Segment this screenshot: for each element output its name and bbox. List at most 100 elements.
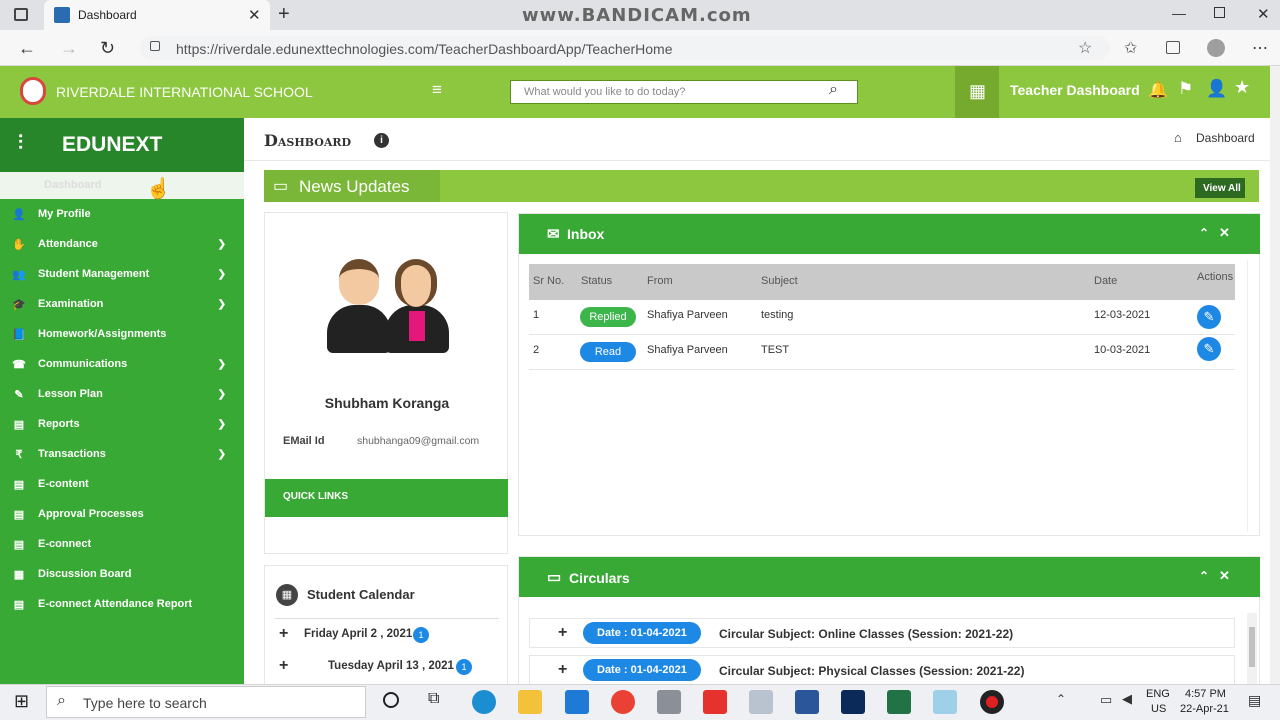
sidebar-item-label: Homework/Assignments	[38, 328, 167, 340]
quick-links-header[interactable]: QUICK LINKS	[265, 479, 508, 517]
new-tab-icon[interactable]: +	[278, 3, 290, 26]
calculator-icon[interactable]	[657, 690, 681, 714]
chrome-icon[interactable]	[611, 690, 635, 714]
pen-app-icon[interactable]	[749, 690, 773, 714]
clock-time[interactable]: 4:57 PM	[1185, 688, 1226, 700]
minimize-icon[interactable]: —	[1172, 5, 1186, 21]
mail-icon[interactable]	[565, 690, 589, 714]
sidebar-item-lesson-plan[interactable]: ✎ Lesson Plan ❯	[0, 379, 244, 409]
expand-icon[interactable]: +	[558, 624, 567, 642]
info-icon[interactable]: i	[374, 133, 389, 148]
tray-network-icon[interactable]: ▭	[1100, 692, 1112, 708]
region-label[interactable]: US	[1151, 703, 1166, 715]
forward-icon[interactable]: →	[60, 38, 78, 59]
sidebar-item-e-connect-attendance-report[interactable]: ▤ E-connect Attendance Report	[0, 589, 244, 619]
sidebar-item-e-content[interactable]: ▤ E-content	[0, 469, 244, 499]
sidebar-item-examination[interactable]: 🎓 Examination ❯	[0, 289, 244, 319]
notifications-icon[interactable]: ▤	[1248, 692, 1261, 709]
tray-volume-icon[interactable]: ◀	[1122, 691, 1132, 707]
search-input[interactable]: What would you like to do today?	[524, 86, 685, 98]
document-icon: ▤	[13, 478, 25, 491]
user-menu-icon[interactable]: 👤	[1206, 79, 1227, 99]
file-explorer-icon[interactable]	[518, 690, 542, 714]
calendar-title: Student Calendar	[307, 587, 415, 602]
more-icon[interactable]: ⋯	[1252, 38, 1268, 58]
tab-actions-icon[interactable]	[14, 8, 28, 21]
avatar-man-head	[339, 259, 379, 305]
sidebar-item-e-connect[interactable]: ▤ E-connect	[0, 529, 244, 559]
clock-date[interactable]: 22-Apr-21	[1180, 703, 1229, 715]
sidebar-item-dashboard[interactable]: Dashboard	[0, 172, 244, 199]
taskbar-search-input[interactable]: Type here to search	[83, 695, 207, 711]
edit-icon[interactable]: ✎	[1197, 305, 1221, 329]
expand-icon[interactable]: +	[558, 661, 567, 679]
collections-icon[interactable]	[1166, 41, 1180, 54]
expand-icon[interactable]: +	[279, 657, 288, 675]
circular-item[interactable]: + Date : 01-04-2021 Circular Subject: On…	[529, 618, 1235, 648]
search-icon[interactable]: ⌕	[829, 81, 838, 99]
favorites-icon[interactable]: ✩	[1124, 38, 1137, 58]
event-count-badge: 1	[413, 627, 429, 643]
home-icon[interactable]: ⌂	[1174, 130, 1182, 145]
sidebar-item-communications[interactable]: ☎ Communications ❯	[0, 349, 244, 379]
restore-icon[interactable]	[1214, 7, 1225, 18]
menu-toggle-icon[interactable]: ≡	[432, 80, 442, 100]
calendar-entry[interactable]: + Tuesday April 13 , 2021 1	[275, 656, 499, 680]
taskbar-search-box[interactable]: ⌕ Type here to search	[46, 686, 366, 718]
circular-item[interactable]: + Date : 01-04-2021 Circular Subject: Ph…	[529, 655, 1235, 685]
collapse-icon[interactable]: ⌃	[1199, 569, 1209, 583]
window-close-icon[interactable]: ✕	[1257, 5, 1270, 23]
sidebar-item-reports[interactable]: ▤ Reports ❯	[0, 409, 244, 439]
avatar-woman-head	[395, 259, 437, 307]
sidebar-item-homework-assignments[interactable]: 📘 Homework/Assignments	[0, 319, 244, 349]
teacher-dashboard-label[interactable]: Teacher Dashboard	[1010, 82, 1140, 98]
tray-chevron-icon[interactable]: ⌃	[1056, 692, 1066, 706]
col-sr-no: Sr No.	[533, 275, 565, 287]
collapse-icon[interactable]: ⌃	[1199, 226, 1209, 240]
inbox-scrollbar[interactable]	[1247, 260, 1255, 532]
circulars-scrollbar[interactable]	[1247, 613, 1257, 685]
windows-start-icon[interactable]: ⊞	[14, 691, 29, 712]
close-panel-icon[interactable]: ✕	[1219, 225, 1230, 241]
refresh-icon[interactable]: ↻	[100, 38, 115, 59]
sidebar-item-discussion-board[interactable]: ▦ Discussion Board	[0, 559, 244, 589]
apps-grid-button[interactable]: ▦	[955, 66, 999, 118]
notification-bell-icon[interactable]: 🔔	[1148, 80, 1168, 100]
language-label[interactable]: ENG	[1146, 688, 1170, 700]
browser-tab[interactable]: Dashboard ✕	[44, 0, 270, 30]
generic-app-icon[interactable]	[933, 690, 957, 714]
calendar-date: Friday April 2 , 2021	[304, 628, 413, 640]
edit-icon[interactable]: ✎	[1197, 337, 1221, 361]
sidebar-item-approval-processes[interactable]: ▤ Approval Processes	[0, 499, 244, 529]
star-icon[interactable]: ★	[1234, 77, 1250, 98]
sidebar-item-student-management[interactable]: 👥 Student Management ❯	[0, 259, 244, 289]
photoshop-icon[interactable]	[841, 690, 865, 714]
anydesk-icon[interactable]	[703, 690, 727, 714]
cortana-icon[interactable]	[383, 692, 399, 708]
task-view-icon[interactable]: ⧉	[428, 690, 439, 708]
school-name: RIVERDALE INTERNATIONAL SCHOOL	[56, 84, 313, 100]
breadcrumb[interactable]: Dashboard	[1196, 131, 1255, 145]
search-bar[interactable]: What would you like to do today? ⌕	[510, 80, 858, 104]
sidebar-item-transactions[interactable]: ₹ Transactions ❯	[0, 439, 244, 469]
scrollbar-thumb[interactable]	[1249, 627, 1255, 667]
close-panel-icon[interactable]: ✕	[1219, 568, 1230, 584]
inbox-row[interactable]: 2 Read Shafiya Parveen TEST 10-03-2021 ✎	[529, 335, 1235, 370]
expand-icon[interactable]: +	[279, 625, 288, 643]
sidebar-item-my-profile[interactable]: 👤 My Profile	[0, 199, 244, 229]
back-icon[interactable]: ←	[18, 38, 36, 59]
view-all-button[interactable]: View All	[1195, 178, 1245, 212]
inbox-row[interactable]: 1 Replied Shafiya Parveen testing 12-03-…	[529, 300, 1235, 335]
bookmark-icon[interactable]: ⚑	[1178, 79, 1193, 99]
word-icon[interactable]	[795, 690, 819, 714]
add-favorite-icon[interactable]: ☆	[1078, 38, 1092, 58]
url-text[interactable]: https://riverdale.edunexttechnologies.co…	[176, 41, 673, 57]
excel-icon[interactable]	[887, 690, 911, 714]
page-scrollbar[interactable]	[1270, 66, 1280, 684]
edge-icon[interactable]	[472, 690, 496, 714]
tab-close-icon[interactable]: ✕	[248, 6, 261, 24]
profile-avatar-icon[interactable]	[1207, 39, 1225, 57]
inbox-title: Inbox	[567, 226, 605, 242]
calendar-entry[interactable]: + Friday April 2 , 2021 1	[275, 624, 499, 648]
sidebar-item-attendance[interactable]: ✋ Attendance ❯	[0, 229, 244, 259]
